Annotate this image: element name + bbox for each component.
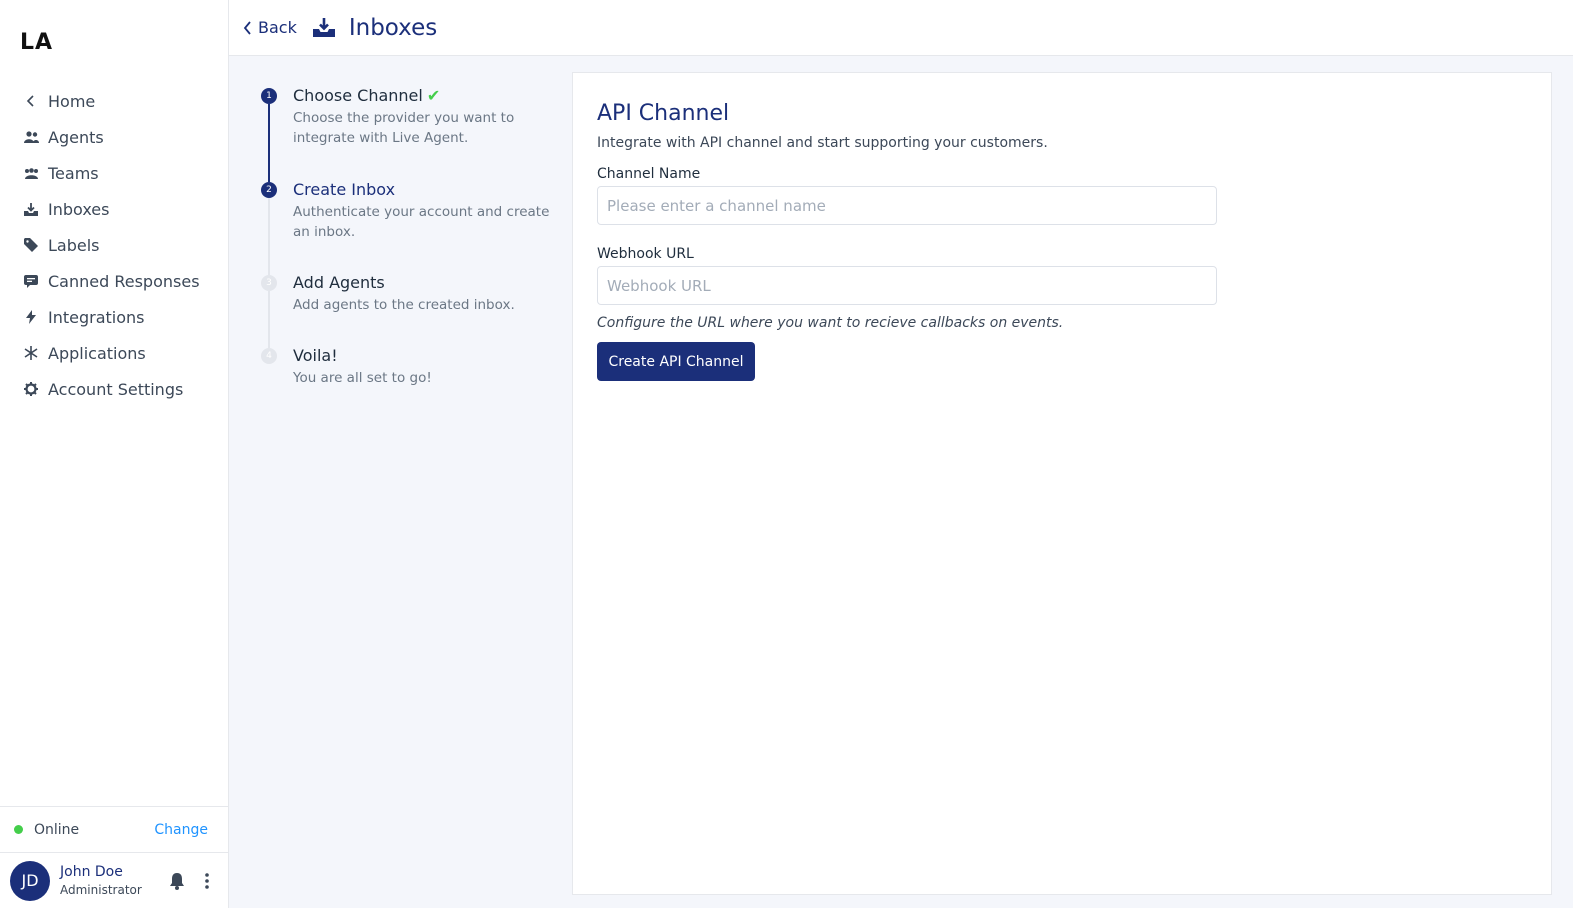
- form-description: Integrate with API channel and start sup…: [597, 135, 1048, 151]
- wizard-step-add-agents: 3 Add Agents Add agents to the created i…: [259, 273, 559, 348]
- step-title: Choose Channel ✔: [293, 86, 559, 106]
- sidebar-item-label: Canned Responses: [48, 271, 200, 291]
- status-label: Online: [34, 821, 80, 838]
- webhook-url-label: Webhook URL: [597, 246, 694, 262]
- notification-bell-icon[interactable]: [166, 870, 188, 892]
- change-status-link[interactable]: Change: [154, 822, 208, 838]
- lightning-icon: [22, 308, 40, 326]
- inbox-download-icon: [22, 200, 40, 218]
- sidebar-item-label: Home: [48, 91, 96, 111]
- user-info: John Doe Administrator: [60, 863, 158, 899]
- team-icon: [22, 164, 40, 182]
- avatar[interactable]: JD: [10, 860, 50, 901]
- user-name: John Doe: [60, 863, 123, 880]
- sidebar-item-teams[interactable]: Teams: [0, 155, 228, 191]
- sidebar-item-home[interactable]: Home: [0, 83, 228, 119]
- sidebar-item-label: Inboxes: [48, 199, 110, 219]
- sidebar-item-label: Teams: [48, 163, 99, 183]
- channel-name-input[interactable]: [597, 186, 1217, 225]
- back-label: Back: [258, 18, 297, 37]
- back-button[interactable]: Back: [243, 18, 297, 37]
- wizard-steps: 1 Choose Channel ✔ Choose the provider y…: [259, 86, 559, 406]
- sidebar-item-applications[interactable]: Applications: [0, 335, 228, 371]
- sidebar-item-label: Agents: [48, 127, 104, 147]
- wizard-step-voila: 4 Voila! You are all set to go!: [259, 346, 559, 406]
- app-logo[interactable]: LA: [20, 30, 53, 55]
- step-connector: [268, 198, 270, 275]
- step-number: 3: [261, 275, 277, 291]
- main-content: 1 Choose Channel ✔ Choose the provider y…: [229, 56, 1573, 908]
- chevron-left-icon: [22, 92, 40, 110]
- user-role: Administrator: [60, 882, 142, 897]
- step-title: Create Inbox: [293, 180, 396, 199]
- sidebar-item-integrations[interactable]: Integrations: [0, 299, 228, 335]
- sidebar-item-label: Labels: [48, 235, 100, 255]
- sidebar-item-label: Integrations: [48, 307, 145, 327]
- webhook-help-text: Configure the URL where you want to reci…: [597, 315, 1064, 331]
- online-status-dot: [14, 825, 23, 834]
- api-channel-form: API Channel Integrate with API channel a…: [572, 72, 1552, 895]
- step-title-text: Choose Channel: [293, 86, 423, 105]
- wizard-step-create-inbox: 2 Create Inbox Authenticate your account…: [259, 180, 559, 275]
- sidebar-nav: Home Agents Teams Inboxes Labels Canned …: [0, 83, 228, 407]
- availability-status: Online Change: [0, 806, 228, 852]
- sidebar-item-label: Account Settings: [48, 379, 184, 399]
- step-description: You are all set to go!: [293, 370, 432, 386]
- inbox-download-icon: [312, 17, 335, 39]
- channel-name-label: Channel Name: [597, 166, 701, 182]
- step-number: 4: [261, 348, 277, 364]
- step-number: 1: [261, 88, 277, 104]
- sidebar-item-inboxes[interactable]: Inboxes: [0, 191, 228, 227]
- sidebar-item-canned-responses[interactable]: Canned Responses: [0, 263, 228, 299]
- gear-icon: [22, 380, 40, 398]
- sidebar-item-label: Applications: [48, 343, 146, 363]
- wizard-step-choose-channel: 1 Choose Channel ✔ Choose the provider y…: [259, 86, 559, 182]
- step-connector: [268, 291, 270, 348]
- checkmark-icon: ✔: [426, 86, 441, 105]
- step-number: 2: [261, 182, 277, 198]
- page-title: Inboxes: [348, 14, 438, 41]
- step-connector: [268, 104, 270, 182]
- form-title: API Channel: [597, 101, 730, 126]
- chevron-left-icon: [243, 20, 251, 35]
- step-description: Choose the provider you want to integrat…: [293, 110, 515, 146]
- asterisk-icon: [22, 344, 40, 362]
- step-description: Add agents to the created inbox.: [293, 297, 515, 313]
- current-user: JD John Doe Administrator: [0, 852, 228, 908]
- more-options-icon[interactable]: [196, 870, 218, 892]
- step-description: Authenticate your account and create an …: [293, 204, 550, 240]
- chat-icon: [22, 272, 40, 290]
- webhook-url-input[interactable]: [597, 266, 1217, 305]
- sidebar: LA Home Agents Teams Inboxes Labels Cann…: [0, 0, 229, 908]
- step-title: Add Agents: [293, 273, 385, 292]
- page-header: Back Inboxes: [229, 0, 1573, 56]
- tag-icon: [22, 236, 40, 254]
- sidebar-item-labels[interactable]: Labels: [0, 227, 228, 263]
- create-api-channel-button[interactable]: Create API Channel: [597, 342, 755, 381]
- people-icon: [22, 128, 40, 146]
- step-title: Voila!: [293, 346, 338, 365]
- sidebar-item-agents[interactable]: Agents: [0, 119, 228, 155]
- sidebar-item-account-settings[interactable]: Account Settings: [0, 371, 228, 407]
